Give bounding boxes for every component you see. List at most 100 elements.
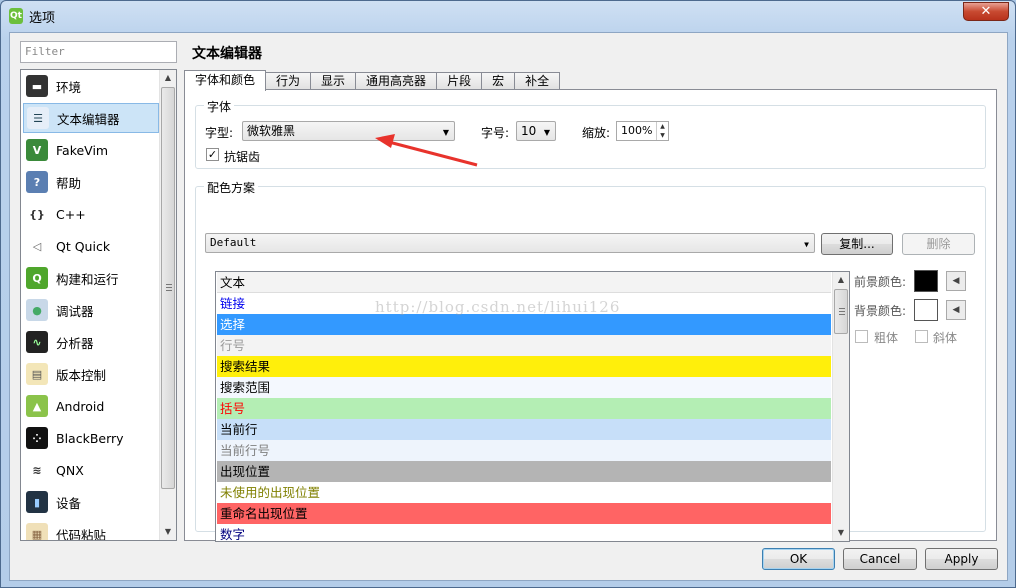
sidebar-item[interactable]: ⁘ BlackBerry (23, 423, 159, 453)
tab[interactable]: 通用高亮器 (355, 72, 438, 90)
font-size-combo[interactable]: 10 ▼ (516, 121, 556, 141)
color-item-row[interactable]: 当前行 (217, 419, 831, 440)
scroll-down-icon[interactable]: ▼ (833, 525, 849, 541)
reset-foreground-button[interactable]: ◀ (946, 271, 966, 291)
sidebar-item[interactable]: ? 帮助 (23, 167, 159, 197)
foreground-color-label: 前景颜色: (854, 275, 907, 289)
color-item-row[interactable]: 当前行号 (217, 440, 831, 461)
zoom-spinbox[interactable]: 100% ▲ ▼ (616, 121, 669, 141)
color-scheme-combo[interactable]: Default ▼ (205, 233, 815, 253)
tab[interactable]: 片段 (436, 72, 483, 90)
sidebar-item[interactable]: ≋ QNX (23, 455, 159, 485)
sidebar-item-label: 帮助 (56, 175, 82, 191)
sidebar-item-label: C++ (56, 206, 86, 222)
sidebar-item-label: FakeVim (56, 142, 109, 158)
font-size-label: 字号: (481, 126, 510, 140)
sidebar-item[interactable]: V FakeVim (23, 135, 159, 165)
color-item-row[interactable]: 文本 (217, 272, 831, 293)
bold-checkbox[interactable] (855, 330, 868, 343)
delete-scheme-button[interactable]: 删除 (902, 233, 975, 255)
ok-button[interactable]: OK (762, 548, 835, 570)
tab[interactable]: 行为 (265, 72, 312, 90)
color-item-row[interactable]: 重命名出现位置 (217, 503, 831, 524)
help-icon: ? (26, 171, 48, 193)
sidebar-item[interactable]: ◁ Qt Quick (23, 231, 159, 261)
sidebar-item-label: 版本控制 (56, 367, 107, 383)
copy-scheme-button[interactable]: 复制... (821, 233, 893, 255)
sidebar-item-label: 构建和运行 (56, 271, 119, 287)
sidebar-item[interactable]: ▦ 代码粘贴 (23, 519, 159, 541)
chevron-down-icon: ▼ (543, 128, 550, 137)
background-color-label: 背景颜色: (854, 304, 907, 318)
sidebar-item-label: 分析器 (56, 335, 94, 351)
spin-arrows-icon[interactable]: ▲ ▼ (656, 122, 668, 140)
sidebar-item-label: 代码粘贴 (56, 527, 107, 541)
page-title: 文本编辑器 (192, 46, 262, 62)
tab[interactable]: 宏 (481, 72, 516, 90)
antialias-checkbox[interactable]: ✓ (206, 148, 219, 161)
sidebar-item[interactable]: ▲ Android (23, 391, 159, 421)
blackberry-icon: ⁘ (26, 427, 48, 449)
color-item-row[interactable]: 括号 (217, 398, 831, 419)
category-list[interactable]: ▬ 环境 ☰ 文本编辑器 V FakeVim? 帮助 {} C++ ◁ Qt Quick Q 构建和运行… (20, 69, 177, 541)
sidebar-item[interactable]: ● 调试器 (23, 295, 159, 325)
sidebar-item-label: 调试器 (56, 303, 94, 319)
color-item-row[interactable]: 选择 (217, 314, 831, 335)
color-scheme-title: 配色方案 (204, 179, 259, 196)
italic-label: 斜体 (933, 331, 958, 345)
font-size-value: 10 (521, 124, 537, 138)
sidebar-item[interactable]: ∿ 分析器 (23, 327, 159, 357)
color-item-row[interactable]: 数字 (217, 524, 831, 541)
debugger-icon: ● (26, 299, 48, 321)
color-item-row[interactable]: 行号 (217, 335, 831, 356)
foreground-color-swatch[interactable] (914, 270, 938, 292)
color-item-row[interactable]: 搜索范围 (217, 377, 831, 398)
antialias-label: 抗锯齿 (224, 150, 261, 164)
scroll-up-icon[interactable]: ▲ (833, 272, 849, 288)
fakevim-icon: V (26, 139, 48, 161)
sidebar-item[interactable]: Q 构建和运行 (23, 263, 159, 293)
sidebar-item-label: 环境 (56, 79, 82, 95)
scroll-down-icon[interactable]: ▼ (160, 524, 176, 540)
build-run-icon: Q (26, 267, 48, 289)
sidebar-item[interactable]: ▤ 版本控制 (23, 359, 159, 389)
scroll-thumb[interactable] (161, 87, 175, 489)
color-item-row[interactable]: 出现位置 (217, 461, 831, 482)
color-items-scrollbar[interactable]: ▲ ▼ (832, 272, 849, 541)
filter-input[interactable]: Filter (20, 41, 177, 63)
qt-creator-icon: Qt (9, 8, 23, 24)
sidebar-item-label: 文本编辑器 (57, 111, 120, 127)
version-control-icon: ▤ (26, 363, 48, 385)
sidebar-item-label: Android (56, 398, 105, 414)
sidebar-item-label: QNX (56, 462, 84, 478)
scroll-thumb[interactable] (834, 289, 848, 334)
color-item-row[interactable]: 未使用的出现位置 (217, 482, 831, 503)
sidebar-item[interactable]: {} C++ (23, 199, 159, 229)
options-window: Qt 选项 ✕ Filter ▬ 环境 ☰ 文本编辑器 V FakeVim? 帮助 {} C++… (0, 0, 1016, 588)
zoom-value: 100% (621, 124, 653, 137)
tab[interactable]: 补全 (514, 72, 561, 90)
font-family-value: 微软雅黑 (247, 124, 296, 138)
italic-checkbox[interactable] (915, 330, 928, 343)
tab[interactable]: 字体和颜色 (184, 70, 267, 91)
qnx-icon: ≋ (32, 463, 42, 477)
sidebar-item[interactable]: ▬ 环境 (23, 71, 159, 101)
background-color-swatch[interactable] (914, 299, 938, 321)
cpp-icon: {} (29, 207, 45, 221)
title-bar[interactable]: Qt 选项 ✕ (1, 1, 1015, 31)
category-scrollbar[interactable]: ▲ ▼ (159, 70, 176, 540)
sidebar-item-label: 设备 (56, 495, 82, 511)
sidebar-item[interactable]: ☰ 文本编辑器 (23, 103, 159, 133)
environment-icon: ▬ (26, 75, 48, 97)
reset-background-button[interactable]: ◀ (946, 300, 966, 320)
close-button[interactable]: ✕ (963, 2, 1009, 21)
cancel-button[interactable]: Cancel (843, 548, 917, 570)
color-item-row[interactable]: 搜索结果 (217, 356, 831, 377)
tab[interactable]: 显示 (310, 72, 357, 90)
apply-button[interactable]: Apply (925, 548, 998, 570)
android-icon: ▲ (26, 395, 48, 417)
code-paste-icon: ▦ (26, 523, 48, 540)
scroll-up-icon[interactable]: ▲ (160, 70, 176, 86)
grip-icon (166, 284, 172, 291)
sidebar-item[interactable]: ▮ 设备 (23, 487, 159, 517)
